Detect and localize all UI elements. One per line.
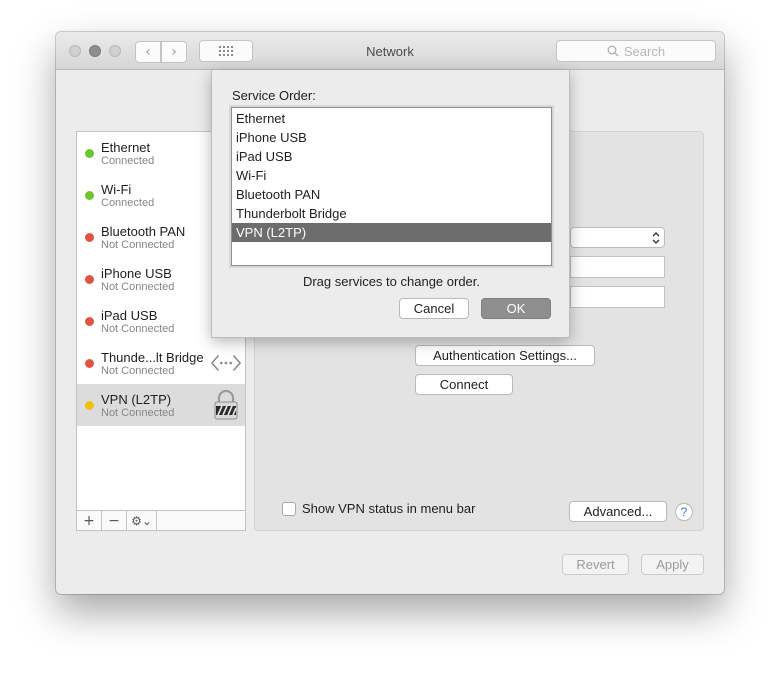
service-item-thunderbolt-bridge[interactable]: Thunde...lt Bridge Not Connected [77,342,245,384]
status-dot [85,359,94,368]
title-bar: ‹ › Network Search [56,32,724,70]
order-item-ethernet[interactable]: Ethernet [232,109,551,128]
search-placeholder: Search [623,43,666,59]
service-name: Thunde...lt Bridge [101,350,204,365]
gear-menu-button[interactable]: ⚙⌄ [127,511,157,530]
add-service-button[interactable]: + [77,511,102,530]
drag-hint: Drag services to change order. [302,274,481,289]
service-name: VPN (L2TP) [101,392,172,407]
order-item-thunderbolt-bridge[interactable]: Thunderbolt Bridge [232,204,551,223]
advanced-button[interactable]: Advanced... [569,501,667,522]
order-item-vpn-l2tp[interactable]: VPN (L2TP) [232,223,551,242]
status-dot [85,233,94,242]
thunderbolt-bridge-icon [211,348,241,378]
vpn-lock-icon [211,389,241,420]
service-list-toolbar: + − ⚙⌄ [77,510,245,530]
help-button[interactable]: ? [675,503,693,521]
ok-button[interactable]: OK [481,298,551,319]
search-field[interactable]: Search [556,40,716,62]
order-item-bluetooth-pan[interactable]: Bluetooth PAN [232,185,551,204]
show-vpn-status-label: Show VPN status in menu bar [302,501,476,516]
service-name: iPad USB [101,308,158,323]
account-name-field[interactable] [570,286,665,308]
service-status: Not Connected [101,323,175,335]
service-item-vpn-l2tp[interactable]: VPN (L2TP) Not Connected [77,384,245,426]
order-item-iphone-usb[interactable]: iPhone USB [232,128,551,147]
status-dot [85,191,94,200]
chevron-updown-icon [652,232,660,244]
status-dot [85,275,94,284]
service-status: Connected [101,155,155,167]
status-dot [85,401,94,410]
revert-button[interactable]: Revert [562,554,629,575]
authentication-settings-button[interactable]: Authentication Settings... [415,345,595,366]
cancel-button[interactable]: Cancel [399,298,469,319]
service-name: Ethernet [101,140,151,155]
service-status: Connected [101,197,155,209]
service-status: Not Connected [101,239,175,251]
service-order-label: Service Order: [232,88,316,103]
service-name: Bluetooth PAN [101,224,186,239]
remove-service-button[interactable]: − [102,511,127,530]
status-dot [85,317,94,326]
show-vpn-status-checkbox[interactable] [282,502,296,516]
status-dot [85,149,94,158]
service-name: Wi-Fi [101,182,132,197]
service-order-list[interactable]: Ethernet iPhone USB iPad USB Wi-Fi Bluet… [231,107,552,266]
connect-button[interactable]: Connect [415,374,513,395]
service-order-sheet: Service Order: Ethernet iPhone USB iPad … [211,70,570,338]
apply-button[interactable]: Apply [641,554,704,575]
server-address-field[interactable] [570,256,665,278]
configuration-popup[interactable] [570,227,665,248]
order-item-ipad-usb[interactable]: iPad USB [232,147,551,166]
order-item-wifi[interactable]: Wi-Fi [232,166,551,185]
service-status: Not Connected [101,281,175,293]
service-status: Not Connected [101,407,175,419]
service-status: Not Connected [101,365,175,377]
search-icon [607,45,619,57]
service-name: iPhone USB [101,266,172,281]
